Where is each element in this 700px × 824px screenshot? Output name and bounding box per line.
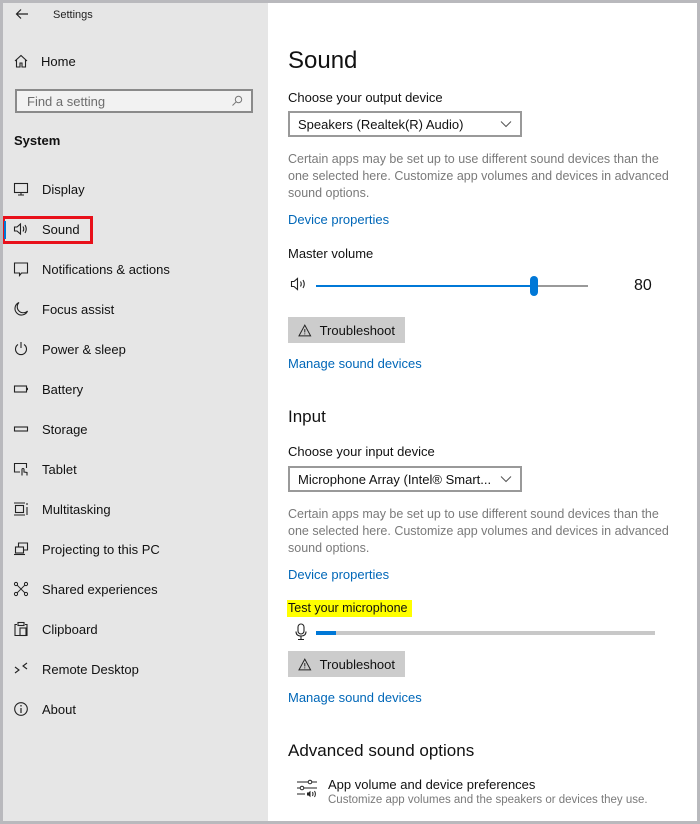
sidebar-item-label: Storage <box>42 421 88 437</box>
input-device-value: Microphone Array (Intel® Smart... <box>298 471 492 487</box>
output-troubleshoot-button[interactable]: Troubleshoot <box>288 317 405 343</box>
battery-icon <box>13 385 28 393</box>
master-volume-label: Master volume <box>288 246 374 261</box>
speaker-icon <box>290 277 305 291</box>
section-heading-system: System <box>14 133 61 148</box>
app-volume-preferences-subtitle: Customize app volumes and the speakers o… <box>328 794 648 806</box>
shared-experiences-icon <box>13 581 29 597</box>
back-button[interactable] <box>15 7 29 21</box>
sidebar-item-display[interactable]: Display <box>3 169 268 209</box>
sidebar-item-projecting[interactable]: Projecting to this PC <box>3 529 268 569</box>
sidebar-item-label: Clipboard <box>42 621 98 637</box>
multitasking-icon <box>14 502 28 516</box>
info-icon <box>14 702 28 716</box>
sidebar-item-label: Tablet <box>42 461 77 477</box>
power-icon <box>14 342 28 356</box>
sidebar-item-label: Multitasking <box>42 501 111 517</box>
page-title: Sound <box>288 47 358 74</box>
input-manage-sound-devices-link[interactable]: Manage sound devices <box>288 690 422 705</box>
sidebar-item-remote-desktop[interactable]: Remote Desktop <box>3 649 268 689</box>
microphone-level-meter <box>316 631 655 635</box>
advanced-section-title: Advanced sound options <box>288 741 475 760</box>
output-device-label: Choose your output device <box>288 90 443 105</box>
clipboard-icon <box>14 621 28 637</box>
settings-window: Settings Home System Display <box>3 3 697 821</box>
remote-desktop-icon <box>14 662 28 674</box>
output-device-value: Speakers (Realtek(R) Audio) <box>298 116 464 132</box>
search-input[interactable] <box>25 92 231 110</box>
app-volume-mixer-icon <box>297 779 317 798</box>
sidebar-item-battery[interactable]: Battery <box>3 369 268 409</box>
output-description: Certain apps may be set up to use differ… <box>288 152 669 200</box>
chevron-down-icon <box>500 476 512 483</box>
highlight-box <box>3 216 93 244</box>
main-content: Sound Choose your output device Speakers… <box>268 3 697 821</box>
warning-icon <box>298 323 312 336</box>
sidebar-item-label: Projecting to this PC <box>42 541 160 557</box>
tablet-icon <box>13 462 28 476</box>
chevron-down-icon <box>500 121 512 128</box>
sidebar-nav: Display Sound Notifications & actions Fo… <box>3 169 268 729</box>
home-label: Home <box>41 53 76 69</box>
sidebar-item-storage[interactable]: Storage <box>3 409 268 449</box>
storage-icon <box>13 426 29 432</box>
input-troubleshoot-button[interactable]: Troubleshoot <box>288 651 405 677</box>
sidebar-item-about[interactable]: About <box>3 689 268 729</box>
input-device-label: Choose your input device <box>288 444 435 459</box>
sidebar-item-multitasking[interactable]: Multitasking <box>3 489 268 529</box>
app-volume-preferences-item[interactable]: App volume and device preferences Custom… <box>296 777 648 806</box>
display-icon <box>13 182 29 196</box>
active-indicator <box>4 221 6 239</box>
back-arrow-icon <box>15 9 28 19</box>
projecting-icon <box>14 542 29 556</box>
output-device-properties-link[interactable]: Device properties <box>288 212 389 227</box>
sidebar-item-label: Battery <box>42 381 84 397</box>
sidebar-item-label: Focus assist <box>42 301 115 317</box>
microphone-icon <box>295 623 307 641</box>
master-volume-value: 80 <box>634 277 652 294</box>
sidebar-item-label: Remote Desktop <box>42 661 139 677</box>
output-manage-sound-devices-link[interactable]: Manage sound devices <box>288 356 422 371</box>
troubleshoot-label: Troubleshoot <box>319 656 395 672</box>
sidebar-item-label: Display <box>42 181 85 197</box>
sidebar-item-label: Notifications & actions <box>42 261 170 277</box>
output-device-dropdown[interactable]: Speakers (Realtek(R) Audio) <box>288 111 522 137</box>
microphone-level-fill <box>316 631 336 635</box>
sidebar-item-label: Shared experiences <box>42 581 158 597</box>
slider-thumb[interactable] <box>530 276 538 296</box>
sidebar-item-label: Power & sleep <box>42 341 126 357</box>
slider-fill <box>316 285 534 287</box>
warning-icon <box>298 657 312 670</box>
sidebar-item-power-sleep[interactable]: Power & sleep <box>3 329 268 369</box>
sidebar-item-sound[interactable]: Sound <box>3 209 268 249</box>
sidebar-home[interactable]: Home <box>13 53 76 69</box>
sidebar-item-focus-assist[interactable]: Focus assist <box>3 289 268 329</box>
notifications-icon <box>13 262 29 277</box>
search-icon[interactable] <box>231 95 243 107</box>
sidebar: Settings Home System Display <box>3 3 268 821</box>
troubleshoot-label: Troubleshoot <box>319 322 395 338</box>
app-volume-preferences-title: App volume and device preferences <box>328 777 536 792</box>
sidebar-item-label: About <box>42 701 76 717</box>
window-title: Settings <box>53 9 93 21</box>
search-box[interactable] <box>15 89 253 113</box>
input-device-properties-link[interactable]: Device properties <box>288 567 389 582</box>
sidebar-item-clipboard[interactable]: Clipboard <box>3 609 268 649</box>
sidebar-item-tablet[interactable]: Tablet <box>3 449 268 489</box>
moon-icon <box>14 301 29 316</box>
home-icon <box>14 54 28 68</box>
input-section-title: Input <box>288 407 326 426</box>
input-description: Certain apps may be set up to use differ… <box>288 507 669 555</box>
sidebar-item-notifications[interactable]: Notifications & actions <box>3 249 268 289</box>
test-microphone-label: Test your microphone <box>287 600 412 617</box>
master-volume-slider[interactable] <box>316 276 588 296</box>
input-device-dropdown[interactable]: Microphone Array (Intel® Smart... <box>288 466 522 492</box>
sidebar-item-shared-experiences[interactable]: Shared experiences <box>3 569 268 609</box>
